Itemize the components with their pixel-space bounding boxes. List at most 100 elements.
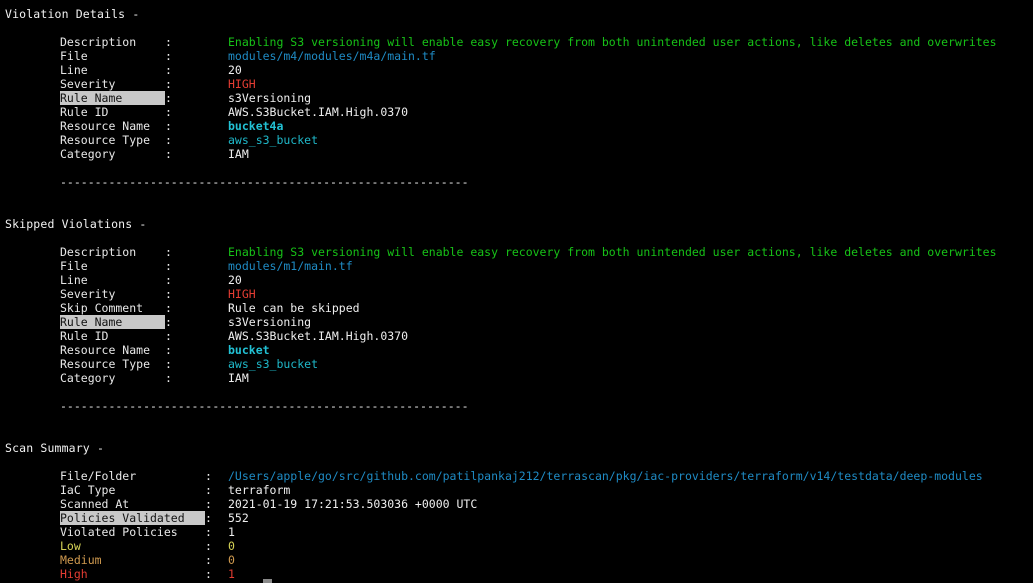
- summary-key-highlighted: Policies Validated: [60, 511, 205, 525]
- field-key: Resource Type: [60, 133, 165, 147]
- field-row-skip-comment: Skip Comment:Rule can be skipped: [0, 301, 1033, 315]
- field-value: AWS.S3Bucket.IAM.High.0370: [228, 329, 408, 343]
- field-value: s3Versioning: [228, 91, 311, 105]
- summary-key: IaC Type: [60, 483, 205, 497]
- field-row-rule-id: Rule ID:AWS.S3Bucket.IAM.High.0370: [0, 105, 1033, 119]
- field-colon: :: [165, 105, 228, 119]
- summary-row-file-folder: File/Folder:/Users/apple/go/src/github.c…: [0, 469, 1033, 483]
- field-colon: :: [165, 49, 228, 63]
- field-colon: :: [165, 315, 228, 329]
- field-row-resource-type: Resource Type:aws_s3_bucket: [0, 133, 1033, 147]
- spacer: [0, 455, 1033, 469]
- field-colon: :: [165, 273, 228, 287]
- summary-key: Medium: [60, 553, 205, 567]
- spacer: [0, 413, 1033, 427]
- field-key: Resource Name: [60, 119, 165, 133]
- field-colon: :: [165, 147, 228, 161]
- summary-value: terraform: [228, 483, 290, 497]
- field-key: Skip Comment: [60, 301, 165, 315]
- summary-colon: :: [205, 469, 228, 483]
- field-key: Description: [60, 35, 165, 49]
- section-divider: ----------------------------------------…: [0, 175, 1033, 189]
- field-key: Line: [60, 273, 165, 287]
- summary-colon: :: [205, 483, 228, 497]
- spacer: [0, 189, 1033, 203]
- summary-value: 1: [228, 525, 235, 539]
- summary-row-policies-validated: Policies Validated:552: [0, 511, 1033, 525]
- field-row-resource-name: Resource Name:bucket4a: [0, 119, 1033, 133]
- field-colon: :: [165, 301, 228, 315]
- field-row-file: File:modules/m4/modules/m4a/main.tf: [0, 49, 1033, 63]
- summary-row-low: Low:0: [0, 539, 1033, 553]
- summary-value: 0: [228, 539, 235, 553]
- field-value: IAM: [228, 371, 249, 385]
- field-key: File: [60, 49, 165, 63]
- summary-row-scanned-at: Scanned At:2021-01-19 17:21:53.503036 +0…: [0, 497, 1033, 511]
- field-key: Category: [60, 147, 165, 161]
- field-row-resource-type: Resource Type:aws_s3_bucket: [0, 357, 1033, 371]
- terminal-window: Violation Details - Description:Enabling…: [0, 0, 1033, 583]
- spacer: [0, 161, 1033, 175]
- summary-colon: :: [205, 567, 228, 581]
- spacer: [0, 21, 1033, 35]
- field-value: s3Versioning: [228, 315, 311, 329]
- field-row-description: Description:Enabling S3 versioning will …: [0, 245, 1033, 259]
- field-colon: :: [165, 63, 228, 77]
- summary-colon: :: [205, 511, 228, 525]
- field-key: Resource Type: [60, 357, 165, 371]
- field-colon: :: [165, 35, 228, 49]
- summary-value: 2021-01-19 17:21:53.503036 +0000 UTC: [228, 497, 477, 511]
- summary-key: Low: [60, 539, 205, 553]
- field-row-file: File:modules/m1/main.tf: [0, 259, 1033, 273]
- field-value: HIGH: [228, 287, 256, 301]
- field-row-rule-name: Rule Name:s3Versioning: [0, 315, 1033, 329]
- field-colon: :: [165, 91, 228, 105]
- field-value: 20: [228, 63, 242, 77]
- field-value: modules/m4/modules/m4a/main.tf: [228, 49, 436, 63]
- spacer: [0, 0, 1033, 7]
- field-row-category: Category:IAM: [0, 371, 1033, 385]
- summary-key: Violated Policies: [60, 525, 205, 539]
- field-value: aws_s3_bucket: [228, 133, 318, 147]
- summary-value: 552: [228, 511, 249, 525]
- field-colon: :: [165, 287, 228, 301]
- field-key: Severity: [60, 287, 165, 301]
- field-colon: :: [165, 133, 228, 147]
- field-value: IAM: [228, 147, 249, 161]
- field-row-severity: Severity:HIGH: [0, 287, 1033, 301]
- field-row-category: Category:IAM: [0, 147, 1033, 161]
- summary-row-violated-policies: Violated Policies:1: [0, 525, 1033, 539]
- field-key: Rule ID: [60, 329, 165, 343]
- field-row-rule-id: Rule ID:AWS.S3Bucket.IAM.High.0370: [0, 329, 1033, 343]
- field-key-highlighted: Rule Name: [60, 315, 165, 329]
- spacer: [0, 203, 1033, 217]
- summary-colon: :: [205, 497, 228, 511]
- spacer: [0, 427, 1033, 441]
- summary-row-iac-type: IaC Type:terraform: [0, 483, 1033, 497]
- field-key: Rule ID: [60, 105, 165, 119]
- field-value: Enabling S3 versioning will enable easy …: [228, 35, 997, 49]
- summary-value: 0: [228, 553, 235, 567]
- field-colon: :: [165, 371, 228, 385]
- summary-row-high: High:1: [0, 567, 1033, 581]
- field-key: Description: [60, 245, 165, 259]
- field-value: bucket: [228, 343, 270, 357]
- field-row-description: Description:Enabling S3 versioning will …: [0, 35, 1033, 49]
- field-key: File: [60, 259, 165, 273]
- scan-summary-heading: Scan Summary -: [0, 441, 1033, 455]
- field-value: bucket4a: [228, 119, 283, 133]
- violation-details-heading: Violation Details -: [0, 7, 1033, 21]
- section-divider: ----------------------------------------…: [0, 399, 1033, 413]
- summary-row-medium: Medium:0: [0, 553, 1033, 567]
- field-key: Line: [60, 63, 165, 77]
- summary-key: File/Folder: [60, 469, 205, 483]
- field-value: Rule can be skipped: [228, 301, 360, 315]
- summary-key: Scanned At: [60, 497, 205, 511]
- field-colon: :: [165, 259, 228, 273]
- field-colon: :: [165, 357, 228, 371]
- field-value: modules/m1/main.tf: [228, 259, 353, 273]
- summary-colon: :: [205, 553, 228, 567]
- field-key: Category: [60, 371, 165, 385]
- field-value: 20: [228, 273, 242, 287]
- field-value: Enabling S3 versioning will enable easy …: [228, 245, 997, 259]
